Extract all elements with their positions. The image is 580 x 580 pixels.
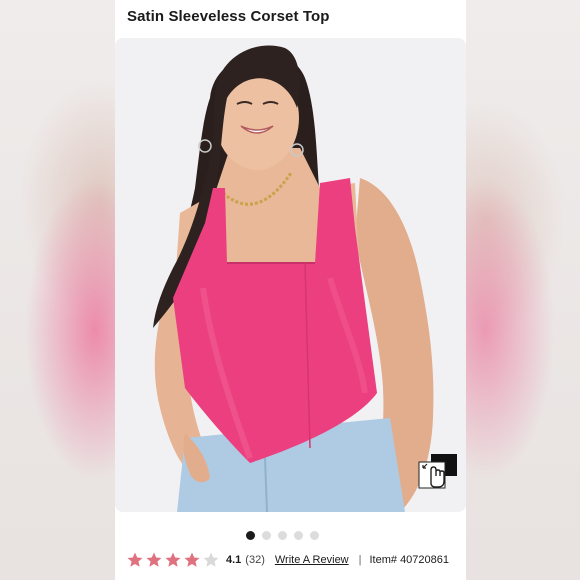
star-icon	[127, 552, 143, 567]
carousel-dot-4[interactable]	[294, 531, 303, 540]
product-page: Satin Sleeveless Corset Top 4.1 (32) Wri…	[115, 0, 466, 580]
star-icon	[184, 552, 200, 567]
blurred-backdrop-right	[465, 0, 580, 580]
carousel-dot-1[interactable]	[246, 531, 255, 540]
item-number: Item# 40720861	[369, 554, 450, 566]
product-image[interactable]	[115, 38, 466, 512]
carousel-dot-5[interactable]	[310, 531, 319, 540]
blurred-backdrop-left	[0, 0, 115, 580]
carousel-dots	[246, 531, 319, 540]
rating-value: 4.1	[226, 554, 242, 566]
rating-row: 4.1 (32) Write A Review | Item# 40720861	[126, 550, 449, 570]
model-photo	[153, 45, 434, 512]
carousel-dot-3[interactable]	[278, 531, 287, 540]
write-review-link[interactable]: Write A Review	[275, 554, 349, 566]
star-icon	[165, 552, 181, 567]
star-icon	[146, 552, 162, 567]
review-count[interactable]: (32)	[245, 554, 265, 566]
product-title: Satin Sleeveless Corset Top	[127, 8, 330, 25]
carousel-dot-2[interactable]	[262, 531, 271, 540]
rating-stars	[126, 551, 220, 569]
star-icon	[203, 552, 219, 567]
separator: |	[358, 554, 362, 566]
hand-pointer-zoom-icon[interactable]	[417, 454, 457, 490]
